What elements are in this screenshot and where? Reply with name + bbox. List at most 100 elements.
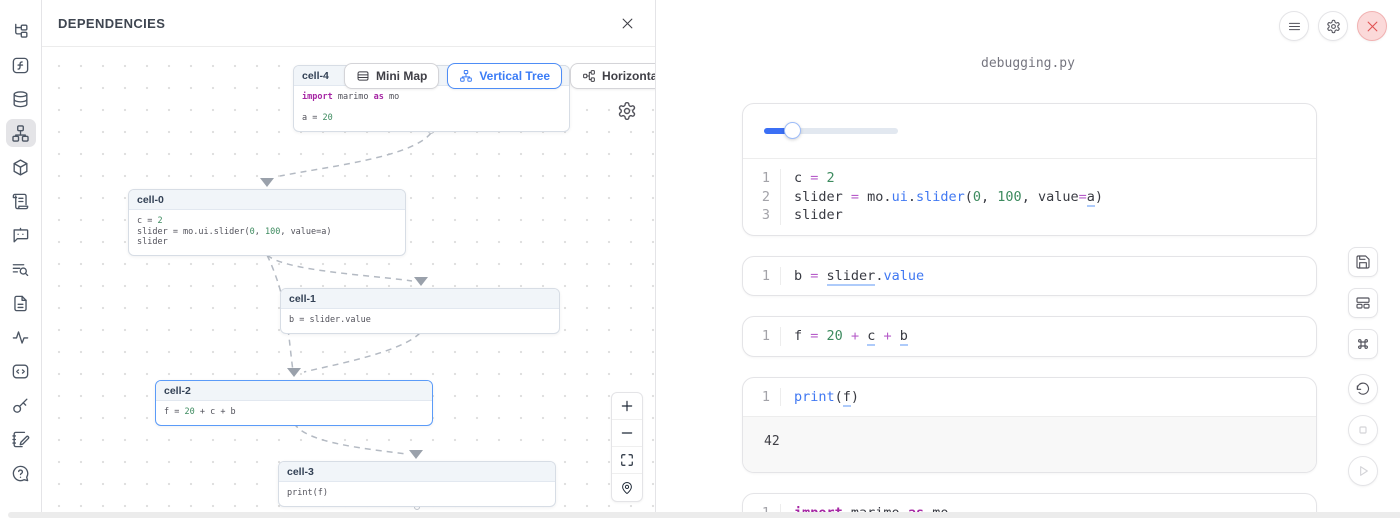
window-button-menu[interactable] <box>1279 11 1309 41</box>
sidebar-item-chat-bot[interactable] <box>6 221 36 249</box>
graph-node-cell-0[interactable]: cell-0c = 2slider = mo.ui.slider(0, 100,… <box>128 189 406 256</box>
view-button-mini-map[interactable]: Mini Map <box>344 63 439 89</box>
graph-node-code: b = slider.value <box>281 309 559 333</box>
sidebar-item-activity[interactable] <box>6 323 36 351</box>
toolbar-button-command[interactable] <box>1348 329 1378 359</box>
database-icon <box>11 90 30 109</box>
notebook-cells-column: 123c = 2slider = mo.ui.slider(0, 100, va… <box>742 103 1317 518</box>
notebook-filename: debugging.py <box>656 56 1400 71</box>
graph-node-label: cell-2 <box>156 381 432 401</box>
graph-node-cell-1[interactable]: cell-1b = slider.value <box>280 288 560 334</box>
play-icon <box>1355 463 1371 479</box>
panels-icon <box>1355 295 1371 311</box>
sidebar-item-database[interactable] <box>6 85 36 113</box>
sidebar-item-file-text[interactable] <box>6 289 36 317</box>
sidebar-item-list-search[interactable] <box>6 255 36 283</box>
toolbar-button-panels[interactable] <box>1348 288 1378 318</box>
sidebar-item-package[interactable] <box>6 153 36 181</box>
view-button-label: Horizontal Tree <box>602 69 655 83</box>
view-button-horizontal-tree[interactable]: Horizontal Tree <box>570 63 655 89</box>
line-numbers: 1 <box>743 388 781 407</box>
notebook-cell[interactable]: 1b = slider.value <box>742 256 1317 297</box>
graph-node-label: cell-3 <box>279 462 555 482</box>
cell-code-editor[interactable]: 123c = 2slider = mo.ui.slider(0, 100, va… <box>743 159 1316 235</box>
close-icon <box>1365 19 1380 34</box>
graph-node-code: import marimo as mo a = 20 <box>294 86 569 131</box>
zoom-control-minus[interactable] <box>612 420 642 447</box>
graph-zoom-controls <box>611 392 643 502</box>
window-buttons <box>1279 11 1387 41</box>
horizontal-tree-icon <box>582 69 596 83</box>
code-lines: b = slider.value <box>781 267 924 286</box>
line-numbers: 123 <box>743 169 781 225</box>
toolbar-button-stop <box>1348 415 1378 445</box>
sidebar-item-help-circle[interactable] <box>6 459 36 487</box>
slider-thumb[interactable] <box>784 122 801 139</box>
icon-sidebar <box>0 0 42 518</box>
function-square-icon <box>11 56 30 75</box>
key-icon <box>11 396 30 415</box>
maximize-icon <box>620 453 634 467</box>
graph-node-cell-2[interactable]: cell-2f = 20 + c + b <box>155 380 433 426</box>
toolbar-button-save[interactable] <box>1348 247 1378 277</box>
notebook-panel: debugging.py 123c = 2slider = mo.ui.slid… <box>656 0 1400 518</box>
save-icon <box>1355 254 1371 270</box>
minus-icon <box>620 426 634 440</box>
file-text-icon <box>11 294 30 313</box>
dependency-graph-icon <box>11 124 30 143</box>
sidebar-item-scratchpad[interactable] <box>6 425 36 453</box>
sidebar-item-code-block[interactable] <box>6 357 36 385</box>
panel-title: DEPENDENCIES <box>58 16 165 31</box>
cell-output-slider <box>743 104 1316 159</box>
dependencies-header: DEPENDENCIES <box>42 0 655 47</box>
vertical-tree-icon <box>459 69 473 83</box>
view-button-label: Vertical Tree <box>479 69 550 83</box>
graph-node-label: cell-0 <box>129 190 405 210</box>
graph-node-cell-3[interactable]: cell-3print(f) <box>278 461 556 507</box>
undo-icon <box>1355 381 1371 397</box>
sidebar-item-function-square[interactable] <box>6 51 36 79</box>
toolbar-button-undo[interactable] <box>1348 374 1378 404</box>
graph-node-label: cell-1 <box>281 289 559 309</box>
command-icon <box>1355 336 1371 352</box>
list-search-icon <box>11 260 30 279</box>
cell-code-editor[interactable]: 1f = 20 + c + b <box>743 317 1316 356</box>
sidebar-item-scroll[interactable] <box>6 187 36 215</box>
horizontal-scrollbar[interactable] <box>8 512 1400 518</box>
notebook-cell[interactable]: 123c = 2slider = mo.ui.slider(0, 100, va… <box>742 103 1317 236</box>
window-button-close[interactable] <box>1357 11 1387 41</box>
window-button-gear[interactable] <box>1318 11 1348 41</box>
sidebar-item-file-tree[interactable] <box>6 17 36 45</box>
cell-code-editor[interactable]: 1print(f) <box>743 378 1316 417</box>
code-lines: f = 20 + c + b <box>781 327 908 346</box>
panel-close-button[interactable] <box>617 13 637 33</box>
dependencies-panel: DEPENDENCIES cell-4import marimo as mo a… <box>42 0 656 518</box>
plus-icon <box>620 399 634 413</box>
scratchpad-icon <box>11 430 30 449</box>
package-icon <box>11 158 30 177</box>
gear-icon <box>1326 19 1341 34</box>
close-icon <box>620 16 635 31</box>
zoom-control-map-pin[interactable] <box>612 474 642 501</box>
view-button-vertical-tree[interactable]: Vertical Tree <box>447 63 562 89</box>
notebook-cell[interactable]: 1f = 20 + c + b <box>742 316 1317 357</box>
graph-node-code: f = 20 + c + b <box>156 401 432 425</box>
help-circle-icon <box>11 464 30 483</box>
scroll-icon <box>11 192 30 211</box>
notebook-cell[interactable]: 1print(f)42 <box>742 377 1317 474</box>
slider-track[interactable] <box>764 128 898 134</box>
graph-settings-gear-icon[interactable] <box>617 101 637 121</box>
zoom-control-plus[interactable] <box>612 393 642 420</box>
sidebar-item-key[interactable] <box>6 391 36 419</box>
file-tree-icon <box>11 22 30 41</box>
view-button-label: Mini Map <box>376 69 427 83</box>
graph-view-toggle: Mini Map Vertical Tree Horizontal Tree <box>344 63 655 89</box>
cell-code-editor[interactable]: 1b = slider.value <box>743 257 1316 296</box>
sidebar-item-dependency-graph[interactable] <box>6 119 36 147</box>
menu-icon <box>1287 19 1302 34</box>
map-pin-icon <box>620 481 634 495</box>
graph-node-code: c = 2slider = mo.ui.slider(0, 100, value… <box>129 210 405 255</box>
notebook-side-toolbar <box>1348 247 1378 486</box>
zoom-control-maximize[interactable] <box>612 447 642 474</box>
dependency-graph-canvas[interactable]: cell-4import marimo as mo a = 20cell-0c … <box>42 47 655 518</box>
